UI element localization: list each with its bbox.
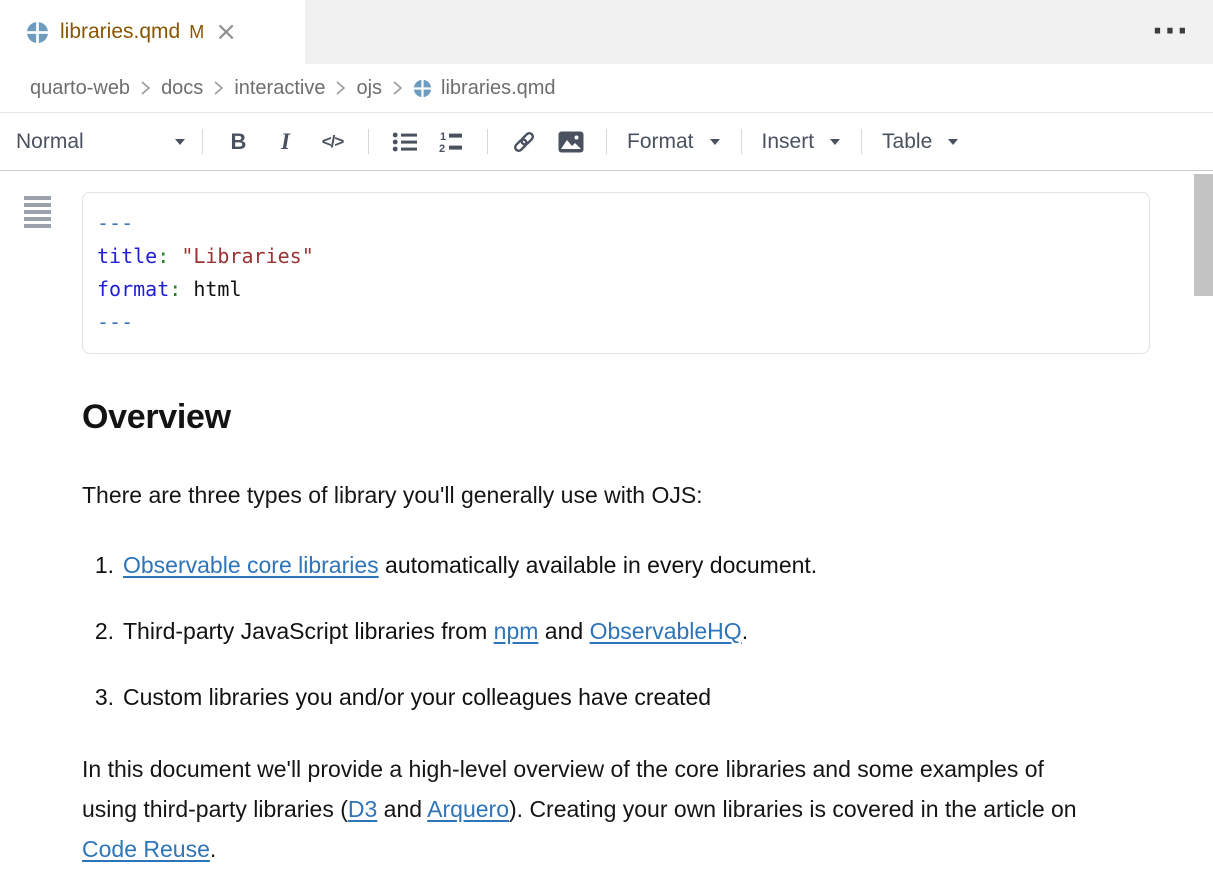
italic-button[interactable]: I	[262, 121, 309, 163]
bullet-list-icon	[392, 130, 418, 154]
breadcrumb: quarto-web docs interactive ojs librarie…	[0, 64, 1213, 112]
table-menu[interactable]: Table	[882, 130, 959, 154]
editor-window: libraries.qmd M × ··· quarto-web docs in…	[0, 0, 1213, 889]
toolbar-separator	[368, 129, 369, 154]
yaml-line: ---	[97, 306, 1135, 339]
list-item: 1. Observable core libraries automatical…	[82, 551, 1150, 579]
yaml-line: title: "Libraries"	[97, 240, 1135, 273]
insert-menu[interactable]: Insert	[762, 130, 842, 154]
breadcrumb-file-label: libraries.qmd	[441, 77, 555, 100]
numbered-list-button[interactable]: 1 2	[428, 121, 475, 163]
quarto-icon	[26, 21, 49, 44]
link-code-reuse[interactable]: Code Reuse	[82, 836, 210, 862]
overflow-menu-icon[interactable]: ···	[1152, 26, 1189, 38]
breadcrumb-item-quarto-web[interactable]: quarto-web	[30, 77, 130, 100]
scrollbar-thumb[interactable]	[1194, 174, 1213, 296]
quarto-icon	[413, 79, 432, 98]
breadcrumb-item-interactive[interactable]: interactive	[234, 77, 325, 100]
link-observablehq[interactable]: ObservableHQ	[590, 618, 742, 644]
tab-libraries-qmd[interactable]: libraries.qmd M ×	[0, 0, 305, 64]
toolbar-separator	[861, 129, 862, 154]
format-menu-label: Format	[627, 130, 694, 154]
chevron-right-icon	[391, 80, 404, 96]
heading-overview: Overview	[82, 398, 1150, 437]
yaml-front-matter-block[interactable]: --- title: "Libraries" format: html ---	[82, 192, 1150, 354]
visual-editor-body[interactable]: --- title: "Libraries" format: html --- …	[0, 171, 1213, 889]
drag-handle-icon[interactable]	[24, 196, 51, 231]
image-button[interactable]	[547, 121, 594, 163]
table-menu-label: Table	[882, 130, 932, 154]
toolbar-separator	[487, 129, 488, 154]
bullet-list-button[interactable]	[381, 121, 428, 163]
yaml-line: format: html	[97, 273, 1135, 306]
list-marker: 2.	[82, 617, 114, 645]
numbered-list-icon: 1 2	[439, 130, 465, 154]
caret-down-icon	[174, 138, 186, 146]
chevron-right-icon	[139, 80, 152, 96]
list-item: 2. Third-party JavaScript libraries from…	[82, 617, 1150, 645]
link-npm[interactable]: npm	[494, 618, 539, 644]
code-button[interactable]: </>	[309, 121, 356, 163]
link-icon	[511, 129, 537, 155]
list-marker: 3.	[82, 683, 114, 711]
insert-menu-label: Insert	[762, 130, 815, 154]
paragraph-style-value: Normal	[16, 130, 84, 154]
intro-paragraph: There are three types of library you'll …	[82, 475, 1150, 515]
link-button[interactable]	[500, 121, 547, 163]
link-observable-core-libraries[interactable]: Observable core libraries	[123, 552, 379, 578]
chevron-right-icon	[212, 80, 225, 96]
chevron-right-icon	[334, 80, 347, 96]
close-icon[interactable]: ×	[215, 19, 237, 45]
closing-paragraph: In this document we'll provide a high-le…	[82, 749, 1097, 869]
tab-bar: libraries.qmd M × ···	[0, 0, 1213, 64]
format-menu[interactable]: Format	[627, 130, 721, 154]
link-arquero[interactable]: Arquero	[427, 796, 509, 822]
svg-text:1: 1	[440, 131, 446, 143]
modified-badge: M	[189, 22, 204, 43]
toolbar-separator	[606, 129, 607, 154]
image-icon	[558, 131, 584, 153]
link-d3[interactable]: D3	[348, 796, 377, 822]
caret-down-icon	[829, 138, 841, 146]
caret-down-icon	[709, 138, 721, 146]
editor-toolbar: Normal B I </> 1 2	[0, 112, 1213, 171]
breadcrumb-item-ojs[interactable]: ojs	[356, 77, 382, 100]
list-item: 3. Custom libraries you and/or your coll…	[82, 683, 1150, 711]
list-marker: 1.	[82, 551, 114, 579]
toolbar-separator	[202, 129, 203, 154]
paragraph-style-select[interactable]: Normal	[16, 130, 190, 154]
tab-title: libraries.qmd	[60, 20, 180, 44]
breadcrumb-item-file[interactable]: libraries.qmd	[413, 77, 555, 100]
svg-text:2: 2	[439, 143, 445, 154]
bold-button[interactable]: B	[215, 121, 262, 163]
yaml-line: ---	[97, 207, 1135, 240]
breadcrumb-item-docs[interactable]: docs	[161, 77, 203, 100]
toolbar-separator	[741, 129, 742, 154]
caret-down-icon	[947, 138, 959, 146]
numbered-list: 1. Observable core libraries automatical…	[82, 551, 1150, 711]
